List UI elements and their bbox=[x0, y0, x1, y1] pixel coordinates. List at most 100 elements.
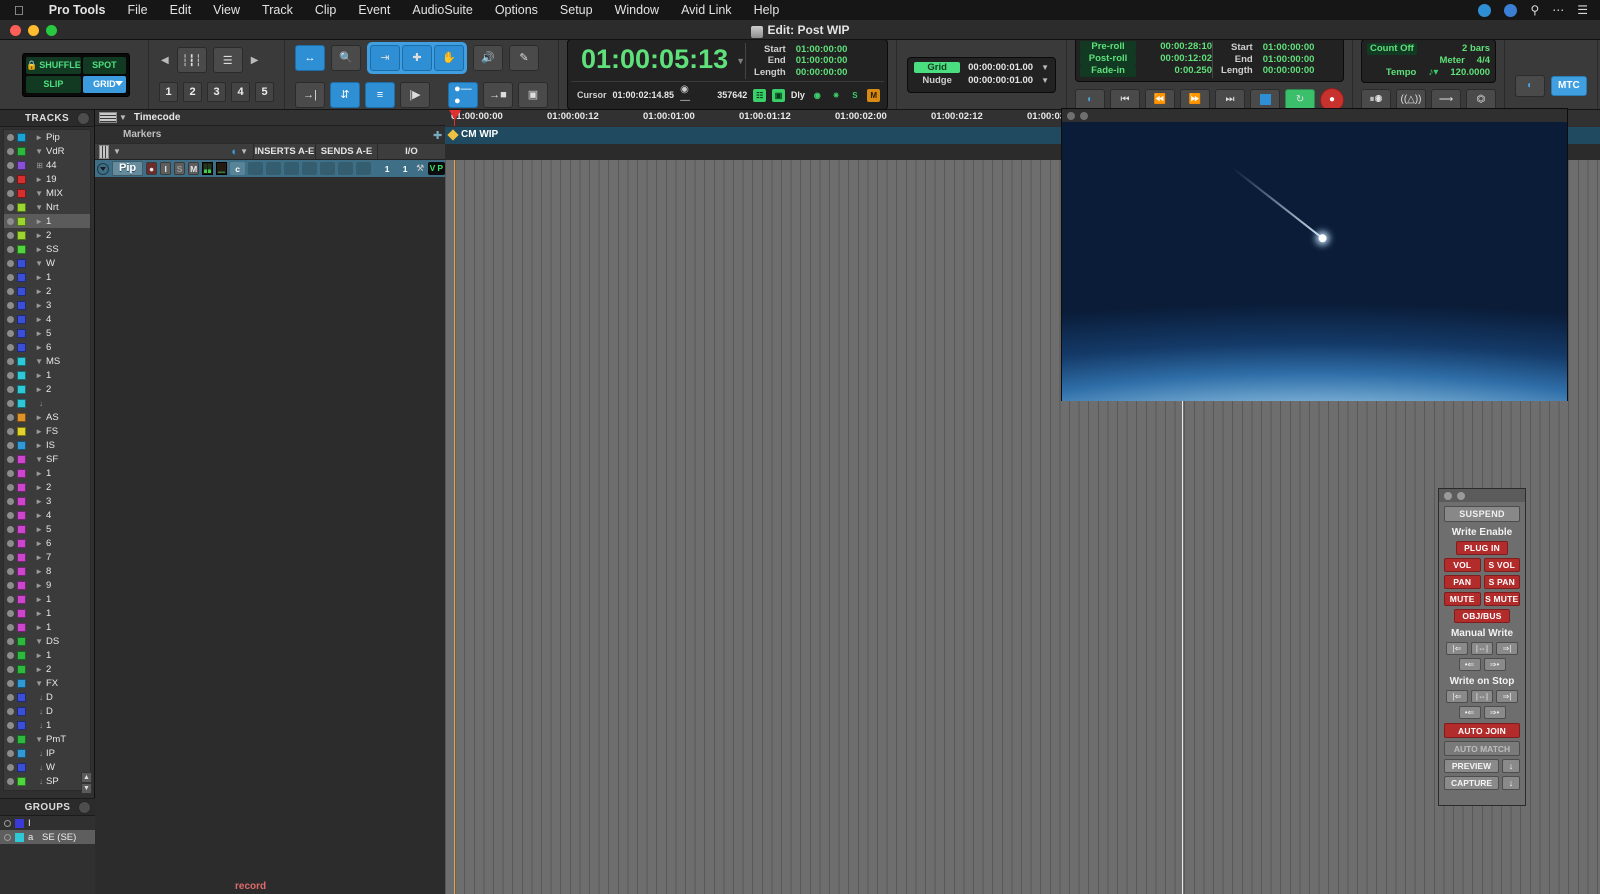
marker-cm-wip[interactable]: CM WIP bbox=[449, 129, 498, 140]
sidebar-track-item[interactable]: ▼MS bbox=[4, 354, 90, 368]
menu-item-setup[interactable]: Setup bbox=[549, 0, 604, 20]
sends-column-header[interactable]: SENDS A-E bbox=[315, 144, 377, 159]
automation-window[interactable]: SUSPEND Write Enable PLUG IN VOL S VOL P… bbox=[1438, 488, 1526, 806]
track-show-hide-dot[interactable] bbox=[7, 176, 14, 183]
sidebar-track-item[interactable]: ►6 bbox=[4, 536, 90, 550]
sidebar-track-item[interactable]: ►5 bbox=[4, 326, 90, 340]
nudge-label[interactable]: Nudge bbox=[914, 75, 960, 86]
track-show-hide-dot[interactable] bbox=[7, 708, 14, 715]
sidebar-track-item[interactable]: ►1 bbox=[4, 368, 90, 382]
scroll-up-icon[interactable]: ▲ bbox=[81, 772, 92, 783]
main-counter[interactable]: 01:00:05:13 ▼ Start End Length 01:00:00:… bbox=[567, 39, 888, 111]
manual-write-to-start-button[interactable]: |⇐ bbox=[1446, 642, 1468, 655]
sidebar-track-item[interactable]: ▼MIX bbox=[4, 186, 90, 200]
zoom-button[interactable] bbox=[46, 25, 57, 36]
slip-mode-button[interactable]: SLIP bbox=[26, 76, 81, 93]
sidebar-track-item[interactable]: ▼W bbox=[4, 256, 90, 270]
menu-item-edit[interactable]: Edit bbox=[159, 0, 203, 20]
track-show-hide-dot[interactable] bbox=[7, 204, 14, 211]
track-show-hide-dot[interactable] bbox=[7, 358, 14, 365]
main-timecode-display[interactable]: 01:00:05:13 bbox=[571, 43, 734, 80]
minimize-button[interactable] bbox=[28, 25, 39, 36]
tempo-value[interactable]: 120.0000 bbox=[1450, 67, 1490, 79]
sidebar-track-item[interactable]: ▼Nrt bbox=[4, 200, 90, 214]
track-empty-slot[interactable] bbox=[356, 162, 371, 175]
s-vol-button[interactable]: S VOL bbox=[1484, 558, 1521, 572]
menu-item-audiosuite[interactable]: AudioSuite bbox=[401, 0, 483, 20]
counter-dropdown-icon[interactable]: ▼ bbox=[736, 56, 745, 66]
track-show-hide-dot[interactable] bbox=[7, 456, 14, 463]
group-list-item[interactable]: I bbox=[0, 816, 95, 830]
track-show-hide-dot[interactable] bbox=[7, 428, 14, 435]
track-show-hide-dot[interactable] bbox=[7, 442, 14, 449]
sidebar-track-item[interactable]: ►1 bbox=[4, 214, 90, 228]
track-show-hide-dot[interactable] bbox=[7, 134, 14, 141]
sidebar-track-item[interactable]: ►1 bbox=[4, 466, 90, 480]
sidebar-track-item[interactable]: ►FS bbox=[4, 424, 90, 438]
track-show-hide-dot[interactable] bbox=[7, 554, 14, 561]
track-show-hide-dot[interactable] bbox=[7, 694, 14, 701]
auto-match-button[interactable]: AUTO MATCH bbox=[1444, 741, 1520, 756]
post-roll-value[interactable]: 00:00:12:02 bbox=[1146, 53, 1212, 65]
track-show-hide-dot[interactable] bbox=[7, 218, 14, 225]
sidebar-track-item[interactable]: ►2 bbox=[4, 382, 90, 396]
video-close-icon[interactable] bbox=[1067, 112, 1075, 120]
track-empty-slot[interactable] bbox=[302, 162, 317, 175]
grabber-tool[interactable]: ⇥ bbox=[370, 45, 400, 71]
write-on-stop-to-end-button[interactable]: ⇒| bbox=[1496, 690, 1518, 703]
video-window[interactable] bbox=[1061, 108, 1568, 401]
track-view-icon[interactable] bbox=[99, 145, 109, 159]
menu-item-avid-link[interactable]: Avid Link bbox=[670, 0, 743, 20]
sidebar-track-item[interactable]: ▼SF bbox=[4, 452, 90, 466]
track-show-hide-dot[interactable] bbox=[7, 666, 14, 673]
write-on-stop-punch-end-button[interactable]: ⇒• bbox=[1484, 706, 1506, 719]
sidebar-track-item[interactable]: ►IS bbox=[4, 438, 90, 452]
track-show-hide-dot[interactable] bbox=[7, 652, 14, 659]
video-minimize-icon[interactable] bbox=[1080, 112, 1088, 120]
sidebar-track-item[interactable]: ►SS bbox=[4, 242, 90, 256]
clip-loop-button[interactable]: ▣ bbox=[518, 82, 548, 108]
track-show-hide-dot[interactable] bbox=[7, 778, 14, 785]
smart-tool-cluster[interactable]: ⇥ ✚ ✋ bbox=[367, 42, 467, 74]
sidebar-track-item[interactable]: ⊞44 bbox=[4, 158, 90, 172]
capture-punch-icon[interactable]: ↓ bbox=[1502, 776, 1520, 790]
track-empty-slot[interactable] bbox=[266, 162, 281, 175]
search-icon[interactable]: ⚲ bbox=[1530, 3, 1539, 17]
post-roll-label[interactable]: Post-roll bbox=[1080, 53, 1136, 65]
automation-mode-icon[interactable]: ◐ bbox=[231, 146, 238, 158]
track-show-hide-dot[interactable] bbox=[7, 498, 14, 505]
track-slot-indicator[interactable]: c bbox=[230, 162, 245, 175]
spot-mode-button[interactable]: SPOT bbox=[83, 57, 126, 74]
grid-label[interactable]: Grid bbox=[914, 62, 960, 73]
vol-button[interactable]: VOL bbox=[1444, 558, 1481, 572]
sidebar-track-item[interactable]: ►6 bbox=[4, 340, 90, 354]
grid-dropdown-icon[interactable]: ▼ bbox=[1041, 63, 1049, 72]
track-show-hide-dot[interactable] bbox=[7, 610, 14, 617]
track-show-hide-dot[interactable] bbox=[7, 232, 14, 239]
sidebar-track-item[interactable]: ►AS bbox=[4, 410, 90, 424]
manual-write-to-end-button[interactable]: ⇒| bbox=[1496, 642, 1518, 655]
track-show-hide-dot[interactable] bbox=[7, 568, 14, 575]
obj-bus-button[interactable]: OBJ/BUS bbox=[1454, 609, 1510, 623]
sidebar-track-item[interactable]: ↓W bbox=[4, 760, 90, 774]
ruler-badge[interactable]: ▣ bbox=[772, 89, 785, 102]
track-name[interactable]: Pip bbox=[112, 161, 143, 176]
track-show-hide-dot[interactable] bbox=[7, 316, 14, 323]
zoom-preset-2[interactable]: 2 bbox=[183, 82, 202, 102]
mute-button[interactable]: M bbox=[188, 162, 199, 175]
automation-minimize-icon[interactable] bbox=[1457, 492, 1465, 500]
apple-icon[interactable]:  bbox=[14, 4, 24, 17]
sidebar-track-item[interactable]: ►Pip bbox=[4, 130, 90, 144]
menu-item-track[interactable]: Track bbox=[251, 0, 304, 20]
track-show-hide-dot[interactable] bbox=[7, 260, 14, 267]
sidebar-track-item[interactable]: ►1 bbox=[4, 648, 90, 662]
write-on-stop-to-start-button[interactable]: |⇐ bbox=[1446, 690, 1468, 703]
target-badge[interactable]: ◉ bbox=[811, 89, 824, 102]
sidebar-track-item[interactable]: ▼FX bbox=[4, 676, 90, 690]
count-off-label[interactable]: Count Off bbox=[1367, 43, 1417, 55]
s-mute-button[interactable]: S MUTE bbox=[1484, 592, 1521, 606]
edit-mode-selector[interactable]: 🔒 SHUFFLE SPOT SLIP GRID bbox=[22, 53, 130, 97]
grid-value[interactable]: 00:00:00:01.00 bbox=[968, 62, 1033, 73]
sidebar-track-item[interactable]: ►1 bbox=[4, 592, 90, 606]
track-empty-slot[interactable] bbox=[248, 162, 263, 175]
